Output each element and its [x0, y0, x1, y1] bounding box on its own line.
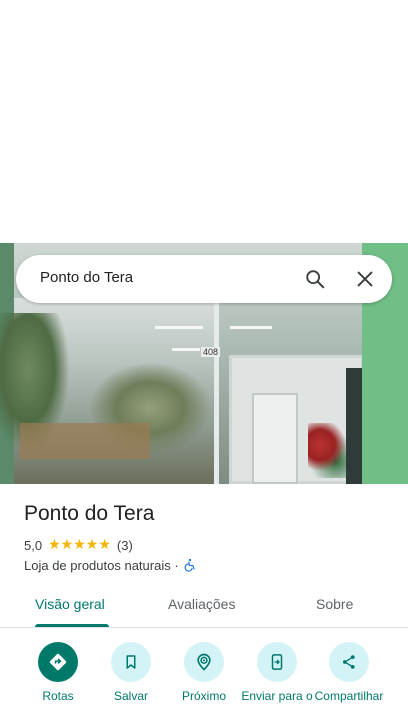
photo-ceiling-light	[172, 348, 200, 351]
send-to-phone-icon	[271, 654, 283, 670]
photo-ceiling-light	[230, 326, 272, 329]
rating-value: 5,0	[24, 537, 43, 553]
search-input[interactable]: Ponto do Tera	[40, 269, 133, 286]
photo-inner-door	[252, 393, 298, 484]
wheelchair-accessible-icon	[184, 558, 195, 572]
save-button[interactable]: Salvar	[96, 640, 166, 704]
nearby-label: Próximo	[181, 689, 226, 703]
directions-label: Rotas	[42, 689, 74, 703]
send-to-phone-button-circle[interactable]	[257, 642, 297, 682]
tab-reviews[interactable]: Avaliações	[168, 596, 235, 612]
category-row: Loja de produtos naturais ·	[24, 556, 197, 574]
save-button-circle[interactable]	[111, 642, 151, 682]
star-icon: ★	[60, 537, 74, 553]
tab-about[interactable]: Sobre	[316, 596, 353, 612]
save-label: Salvar	[113, 689, 148, 703]
photo-products	[308, 423, 348, 478]
send-to-phone-label: Enviar para o	[241, 689, 313, 703]
place-tabs: Visão geral Avaliações Sobre	[0, 588, 408, 628]
photo-ceiling-light	[155, 326, 203, 329]
place-title: Ponto do Tera	[24, 502, 155, 525]
rating-row[interactable]: 5,0 ★ ★ ★ ★ ★ (3)	[24, 536, 133, 554]
star-icon: ★	[73, 537, 86, 553]
share-icon	[343, 655, 355, 669]
directions-button[interactable]: Rotas	[23, 640, 93, 704]
tab-overview[interactable]: Visão geral	[35, 596, 105, 612]
active-tab-indicator	[35, 624, 109, 627]
search-bar[interactable]: Ponto do Tera	[16, 255, 392, 303]
photo-door-frame	[346, 368, 362, 484]
bookmark-icon	[126, 655, 136, 669]
send-to-phone-button[interactable]: Enviar para o	[241, 640, 313, 704]
share-button[interactable]: Compartilhar	[314, 640, 384, 704]
share-button-circle[interactable]	[329, 642, 369, 682]
star-icon: ★	[85, 537, 99, 553]
close-icon[interactable]	[354, 268, 376, 290]
review-count[interactable]: (3)	[117, 538, 133, 553]
photo-house-number: 408	[201, 347, 221, 357]
star-icon: ★	[98, 537, 111, 553]
rating-stars: ★ ★ ★ ★ ★	[48, 538, 111, 552]
nearby-button-circle[interactable]	[184, 642, 224, 682]
photo-shelf	[20, 423, 150, 459]
nearby-button[interactable]: Próximo	[169, 640, 239, 704]
place-category: Loja de produtos naturais ·	[24, 557, 179, 573]
directions-button-circle[interactable]	[38, 642, 78, 682]
search-icon[interactable]	[304, 268, 326, 290]
nearby-icon	[197, 653, 211, 671]
share-label: Compartilhar	[314, 689, 384, 703]
directions-icon	[49, 653, 67, 671]
star-icon: ★	[48, 537, 61, 553]
